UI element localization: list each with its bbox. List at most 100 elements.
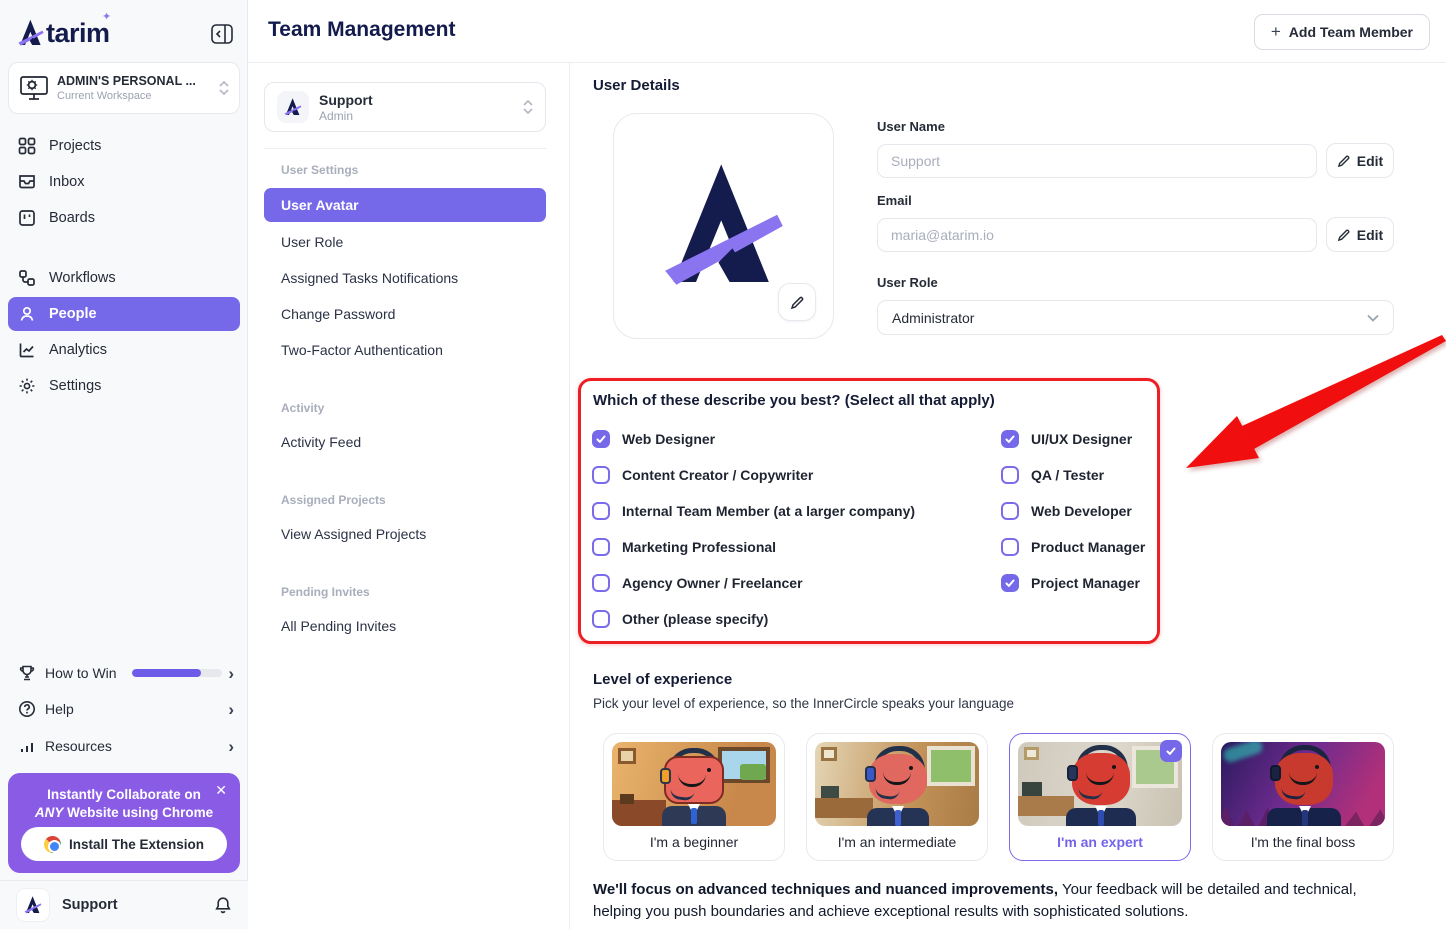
edit-label: Edit (1357, 153, 1383, 169)
user-role-select[interactable]: Administrator (877, 300, 1394, 335)
checkbox-uiux-designer[interactable]: UI/UX Designer (1001, 430, 1132, 448)
checkbox-other[interactable]: Other (please specify) (592, 610, 768, 628)
plus-icon: + (1271, 22, 1281, 42)
trophy-icon (18, 664, 36, 682)
atarim-logo[interactable]: tarim ✦ (16, 18, 110, 48)
checkbox-project-manager[interactable]: Project Manager (1001, 574, 1140, 592)
install-extension-button[interactable]: Install The Extension (21, 827, 227, 861)
nav-item-two-factor-authentication[interactable]: Two-Factor Authentication (281, 342, 443, 358)
workspace-monitor-gear-icon (19, 75, 49, 101)
sidebar-item-resources[interactable]: Resources › (0, 728, 248, 764)
sidebar-item-projects[interactable]: Projects (0, 128, 248, 164)
section-title-activity: Activity (281, 401, 324, 415)
section-title-assigned-projects: Assigned Projects (281, 493, 386, 507)
checkbox-marketing-professional[interactable]: Marketing Professional (592, 538, 776, 556)
pencil-icon (1337, 154, 1351, 168)
member-selector[interactable]: Support Admin (264, 82, 546, 132)
sidebar-item-help[interactable]: Help › (0, 691, 248, 727)
close-icon[interactable]: ✕ (215, 782, 227, 799)
avatar (277, 91, 309, 123)
checkbox[interactable] (1001, 538, 1019, 556)
sidebar-item-analytics[interactable]: Analytics (0, 332, 248, 368)
divider (264, 148, 546, 149)
sidebar-item-people[interactable]: People (8, 297, 240, 331)
experience-card-final-boss[interactable]: I'm the final boss (1212, 733, 1394, 861)
checkbox[interactable] (592, 610, 610, 628)
checkbox-qa-tester[interactable]: QA / Tester (1001, 466, 1104, 484)
checkbox[interactable] (592, 430, 610, 448)
sidebar-item-settings[interactable]: Settings (0, 368, 248, 404)
promo-line1: Instantly Collaborate on (8, 786, 240, 804)
check-icon (1004, 433, 1016, 445)
user-avatar-card (613, 113, 834, 339)
checkbox[interactable] (592, 502, 610, 520)
checkbox[interactable] (1001, 466, 1019, 484)
sidebar-item-label: Inbox (49, 174, 84, 190)
experience-card-beginner[interactable]: I'm a beginner (603, 733, 785, 861)
annotation-arrow (1170, 330, 1446, 480)
checkbox-content-creator[interactable]: Content Creator / Copywriter (592, 466, 813, 484)
section-title-pending-invites: Pending Invites (281, 585, 370, 599)
edit-email-button[interactable]: Edit (1326, 217, 1394, 252)
nav-item-assigned-tasks-notifications[interactable]: Assigned Tasks Notifications (281, 270, 458, 286)
sidebar-item-label: How to Win (45, 665, 117, 681)
chevron-down-icon (1367, 314, 1379, 322)
check-icon (1004, 577, 1016, 589)
selected-check-badge (1160, 740, 1182, 762)
checkbox-agency-owner[interactable]: Agency Owner / Freelancer (592, 574, 803, 592)
atarim-wordmark: tarim (46, 18, 110, 48)
bell-icon[interactable] (214, 896, 232, 915)
experience-card-intermediate[interactable]: I'm an intermediate (806, 733, 988, 861)
checkbox[interactable] (1001, 430, 1019, 448)
inbox-icon (18, 173, 36, 191)
add-team-member-button[interactable]: + Add Team Member (1254, 14, 1430, 50)
collapse-sidebar-icon[interactable] (211, 24, 233, 44)
nav-item-all-pending-invites[interactable]: All Pending Invites (281, 618, 396, 634)
email-input[interactable] (877, 218, 1317, 252)
sidebar-item-workflows[interactable]: Workflows (0, 260, 248, 296)
promo-line2-rest: Website using Chrome (63, 805, 213, 820)
final-boss-illustration (1221, 742, 1385, 826)
edit-user-name-button[interactable]: Edit (1326, 143, 1394, 178)
workspace-selector[interactable]: ADMIN'S PERSONAL ... Current Workspace (8, 62, 240, 114)
nav-item-user-role[interactable]: User Role (281, 234, 343, 250)
checkbox[interactable] (1001, 574, 1019, 592)
main-content: User Details User Name Edit Email Edit (570, 63, 1446, 929)
checkbox-internal-team-member[interactable]: Internal Team Member (at a larger compan… (592, 502, 915, 520)
experience-card-label: I'm a beginner (604, 834, 784, 850)
section-title-user-settings: User Settings (281, 163, 358, 177)
nav-item-change-password[interactable]: Change Password (281, 306, 395, 322)
checkbox[interactable] (1001, 502, 1019, 520)
intermediate-illustration (815, 742, 979, 826)
user-details-title: User Details (593, 77, 680, 94)
user-role-value: Administrator (892, 310, 974, 326)
chevron-right-icon: › (228, 738, 234, 755)
user-name-input[interactable] (877, 144, 1317, 178)
nav-item-activity-feed[interactable]: Activity Feed (281, 434, 361, 450)
resources-icon (18, 737, 36, 755)
nav-item-view-assigned-projects[interactable]: View Assigned Projects (281, 526, 426, 542)
checkbox-web-designer[interactable]: Web Designer (592, 430, 715, 448)
checkbox[interactable] (592, 538, 610, 556)
checkbox-product-manager[interactable]: Product Manager (1001, 538, 1145, 556)
primary-sidebar: tarim ✦ ADMIN'S PERSONAL ... Current Wor… (0, 0, 248, 929)
expert-illustration (1018, 742, 1182, 826)
experience-subtitle: Pick your level of experience, so the In… (593, 696, 1014, 711)
edit-avatar-button[interactable] (778, 283, 816, 321)
member-role: Admin (319, 109, 513, 123)
experience-card-label: I'm an expert (1010, 834, 1190, 850)
sidebar-item-boards[interactable]: Boards (0, 200, 248, 236)
chrome-extension-promo-card: ✕ Instantly Collaborate on ANY Website u… (8, 773, 240, 873)
sidebar-item-how-to-win[interactable]: How to Win › (0, 655, 248, 691)
experience-card-expert[interactable]: I'm an expert (1009, 733, 1191, 861)
chevron-updown-icon (523, 99, 533, 115)
checkbox[interactable] (592, 574, 610, 592)
checkbox-web-developer[interactable]: Web Developer (1001, 502, 1132, 520)
user-avatar-image (654, 156, 794, 296)
experience-title: Level of experience (593, 671, 732, 688)
sidebar-item-inbox[interactable]: Inbox (0, 164, 248, 200)
sidebar-user-bar[interactable]: Support (0, 880, 248, 929)
nav-item-user-avatar[interactable]: User Avatar (264, 188, 546, 222)
checkbox[interactable] (592, 466, 610, 484)
chevron-updown-icon (219, 80, 229, 96)
